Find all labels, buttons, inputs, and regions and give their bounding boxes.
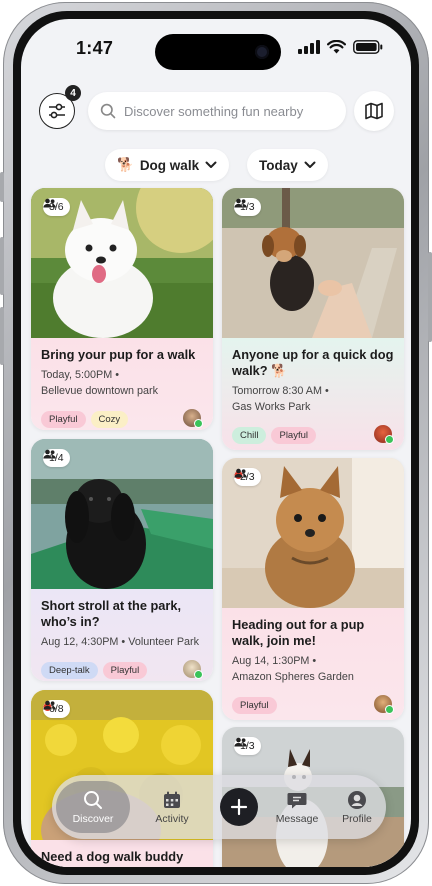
host-avatar — [183, 409, 203, 428]
event-details: Bring your pup for a walk Today, 5:00PM … — [31, 338, 213, 430]
event-card[interactable]: 1/3 Anyone up for a quick dog walk? 🐕 To… — [222, 188, 404, 450]
tag-chip: Playful — [271, 426, 316, 444]
status-bar: 1:47 — [21, 19, 411, 75]
event-time: Aug 14, 1:30PM • — [232, 655, 317, 667]
tag-chip: Cozy — [90, 410, 129, 428]
participants-pill: 1/3 — [234, 737, 261, 755]
status-icons — [298, 40, 383, 54]
top-bar: 4 — [21, 85, 411, 135]
event-details: Anyone up for a quick dog walk? 🐕 Tomorr… — [222, 338, 404, 450]
participants-pill: 6/8 — [43, 700, 70, 718]
dog-emoji-icon: 🐕 — [117, 157, 134, 172]
activity-chip[interactable]: 🐕 Dog walk — [105, 149, 230, 181]
power-button — [428, 252, 432, 342]
event-location: Amazon Spheres Garden — [232, 671, 354, 683]
event-tags: Playful Cozy — [41, 409, 203, 429]
phone-frame: 1:47 4 Discover something fun nearby 🐕 D… — [0, 2, 432, 884]
event-card[interactable]: 1/4 Short stroll at the park, who’s in? … — [31, 439, 213, 681]
event-location: Bellevue downtown park — [41, 385, 159, 397]
participants-pill: 3/6 — [43, 198, 70, 216]
tag-chip: Playful — [41, 410, 86, 428]
bottom-nav: Discover Activity Message Profile — [52, 775, 386, 839]
host-avatar — [183, 660, 203, 679]
event-location: Gas Works Park — [232, 401, 311, 413]
search-input[interactable] — [122, 102, 346, 120]
tab-message-label: Message — [275, 812, 319, 825]
date-chip-label: Today — [259, 157, 298, 173]
event-tags: Playful — [232, 695, 394, 715]
event-card[interactable]: 2/3 Heading out for a pup walk, join me!… — [222, 458, 404, 720]
people-icon — [43, 700, 56, 710]
tag-chip: Chill — [232, 426, 267, 444]
create-button[interactable] — [220, 788, 258, 826]
event-time: Tomorrow 8:30 AM • — [232, 385, 329, 397]
host-avatar — [374, 425, 394, 444]
event-photo: 3/6 — [31, 188, 213, 338]
event-photo: 1/4 — [31, 439, 213, 589]
tag-chip: Playful — [232, 696, 277, 714]
people-icon — [234, 737, 247, 747]
event-title: Heading out for a pup walk, join me! — [232, 617, 365, 648]
event-time: Aug 12, 4:30PM • Volunteer Park — [41, 636, 200, 648]
tab-profile-label: Profile — [342, 812, 372, 825]
filter-count-badge: 4 — [65, 85, 81, 101]
tab-discover-label: Discover — [72, 812, 114, 825]
date-chip[interactable]: Today — [247, 149, 328, 181]
phone-bezel: 1:47 4 Discover something fun nearby 🐕 D… — [13, 11, 419, 875]
status-time: 1:47 — [76, 38, 114, 58]
people-icon — [234, 198, 247, 208]
action-button — [0, 172, 4, 202]
search-icon — [100, 103, 116, 119]
map-icon — [365, 102, 383, 120]
volume-down-button — [0, 307, 4, 365]
profile-icon — [348, 790, 366, 809]
event-details: Short stroll at the park, who’s in? Aug … — [31, 589, 213, 681]
participants-pill: 1/3 — [234, 198, 261, 216]
map-button[interactable] — [354, 91, 394, 131]
tab-message[interactable]: Message — [268, 775, 326, 839]
chevron-down-icon — [205, 161, 217, 168]
volume-up-button — [0, 237, 4, 295]
people-icon — [43, 198, 56, 208]
event-title: Need a dog walk buddy for — [41, 849, 184, 867]
tab-discover[interactable]: Discover — [56, 775, 130, 839]
screen: 1:47 4 Discover something fun nearby 🐕 D… — [21, 19, 411, 867]
message-icon — [287, 792, 307, 808]
search-bar[interactable] — [88, 92, 346, 130]
tab-activity[interactable]: Activity — [134, 775, 210, 839]
camera-icon — [255, 45, 269, 59]
event-card[interactable]: 3/6 Bring your pup for a walk Today, 5:0… — [31, 188, 213, 430]
event-title: Bring your pup for a walk — [41, 347, 196, 362]
tab-activity-label: Activity — [155, 812, 189, 825]
people-icon — [43, 449, 56, 459]
host-avatar — [374, 695, 394, 714]
participants-pill: 2/3 — [234, 468, 261, 486]
participants-pill: 1/4 — [43, 449, 70, 467]
tag-chip: Deep-talk — [41, 661, 98, 679]
event-photo: 1/3 — [222, 188, 404, 338]
event-details: Need a dog walk buddy for — [31, 840, 213, 867]
search-icon — [84, 790, 102, 809]
tab-profile[interactable]: Profile — [332, 775, 382, 839]
event-photo: 2/3 — [222, 458, 404, 608]
chevron-down-icon — [304, 161, 316, 168]
wifi-icon — [327, 40, 346, 54]
event-title: Anyone up for a quick dog walk? 🐕 — [232, 347, 394, 378]
activity-chip-label: Dog walk — [139, 157, 200, 173]
people-icon — [234, 468, 247, 478]
event-time: Today, 5:00PM • — [41, 369, 119, 381]
battery-icon — [353, 40, 383, 54]
event-title: Short stroll at the park, who’s in? — [41, 598, 182, 629]
filter-chips: 🐕 Dog walk Today — [21, 149, 411, 183]
signal-icon — [298, 40, 320, 54]
sliders-icon — [49, 103, 65, 119]
event-tags: Chill Playful — [232, 425, 394, 445]
calendar-icon — [164, 791, 180, 808]
tag-chip: Playful — [102, 661, 148, 679]
dynamic-island — [155, 34, 281, 70]
event-details: Heading out for a pup walk, join me! Aug… — [222, 608, 404, 720]
event-tags: Deep-talk Playful — [41, 660, 203, 680]
plus-icon — [230, 798, 248, 816]
